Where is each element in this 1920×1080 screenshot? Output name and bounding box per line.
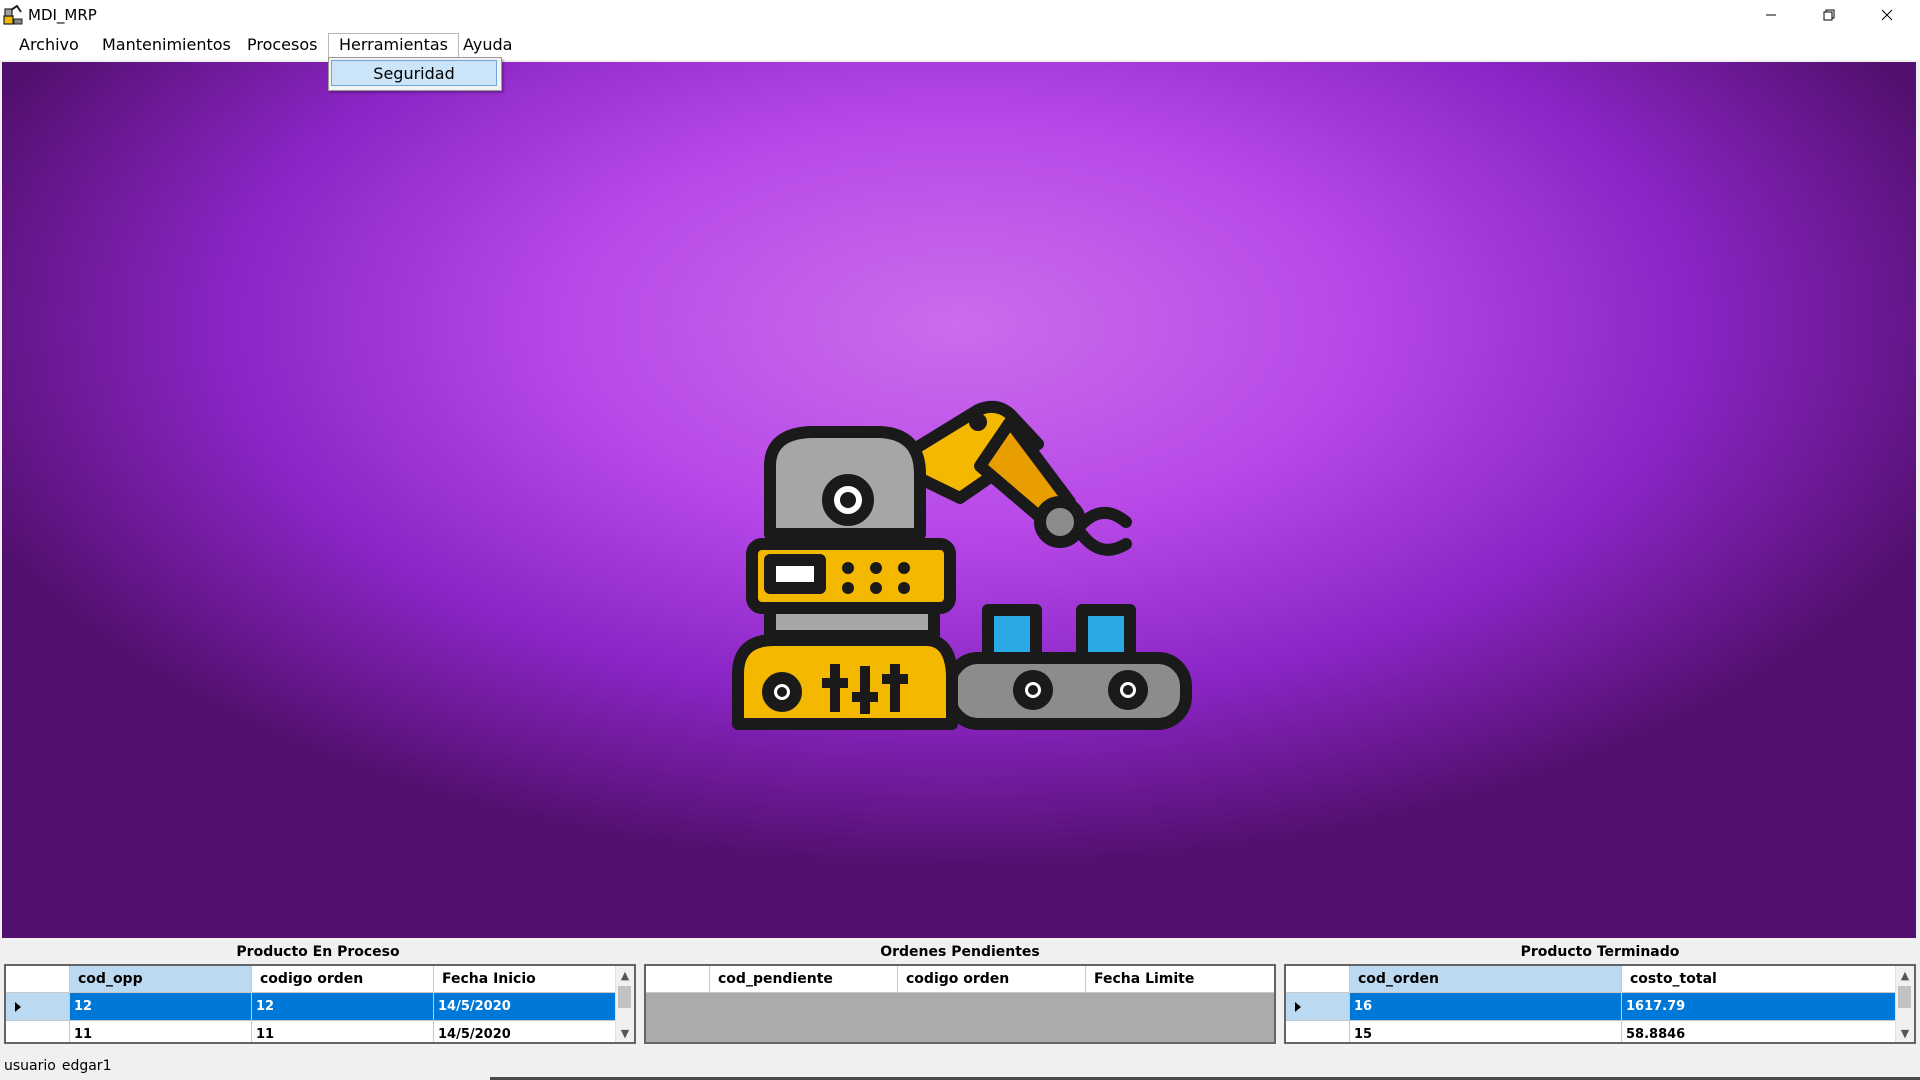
column-header[interactable]: costo_total — [1622, 966, 1898, 992]
menu-seguridad[interactable]: Seguridad — [331, 60, 497, 86]
table-row[interactable]: 15 58.8846 — [1286, 1021, 1898, 1042]
row-header-corner — [646, 966, 710, 992]
column-header[interactable]: cod_orden — [1350, 966, 1622, 992]
scroll-up-icon[interactable]: ▲ — [616, 966, 634, 984]
row-header[interactable] — [6, 1021, 70, 1042]
table-cell[interactable]: 16 — [1350, 993, 1622, 1021]
row-header[interactable] — [6, 993, 70, 1021]
bottom-panel: Producto En Proceso cod_opp codigo orden… — [0, 938, 1920, 1080]
column-header[interactable]: Fecha Limite — [1086, 966, 1274, 992]
grid-title-pendientes: Ordenes Pendientes — [880, 944, 1040, 960]
grid-producto-terminado[interactable]: cod_orden costo_total 16 1617.79 15 58.8… — [1284, 964, 1916, 1044]
window-title: MDI_MRP — [28, 6, 97, 24]
column-header[interactable]: Fecha Inicio — [434, 966, 618, 992]
table-row[interactable]: 11 11 14/5/2020 — [6, 1021, 618, 1042]
table-row[interactable]: 12 12 14/5/2020 — [6, 993, 618, 1021]
row-header[interactable] — [1286, 1021, 1350, 1042]
restore-button[interactable] — [1800, 0, 1858, 30]
current-row-arrow-icon — [1295, 1002, 1301, 1012]
grid-ordenes-pendientes[interactable]: cod_pendiente codigo orden Fecha Limite — [644, 964, 1276, 1044]
scroll-down-icon[interactable]: ▼ — [616, 1024, 634, 1042]
table-row[interactable]: 16 1617.79 — [1286, 993, 1898, 1021]
close-button[interactable] — [1858, 0, 1916, 30]
column-header[interactable]: cod_pendiente — [710, 966, 898, 992]
status-user-value: edgar1 — [61, 1058, 112, 1074]
current-row-arrow-icon — [15, 1002, 21, 1012]
status-user-label: usuario — [4, 1058, 56, 1074]
grid-title-proceso: Producto En Proceso — [236, 944, 400, 960]
table-cell[interactable]: 14/5/2020 — [434, 993, 618, 1021]
table-cell[interactable]: 14/5/2020 — [434, 1021, 618, 1042]
menu-herramientas[interactable]: Herramientas — [328, 33, 459, 57]
app-robot-icon — [3, 4, 23, 25]
scroll-thumb[interactable] — [1898, 986, 1911, 1008]
minimize-button[interactable] — [1742, 0, 1800, 30]
scroll-thumb[interactable] — [618, 986, 631, 1008]
restore-icon — [1823, 9, 1835, 21]
table-cell[interactable]: 12 — [70, 993, 252, 1021]
grid-title-terminado: Producto Terminado — [1520, 944, 1680, 960]
robot-arm-illustration — [732, 400, 1192, 730]
close-icon — [1881, 9, 1893, 21]
row-header[interactable] — [1286, 993, 1350, 1021]
scroll-down-icon[interactable]: ▼ — [1896, 1024, 1914, 1042]
menu-ayuda[interactable]: Ayuda — [453, 33, 522, 57]
grid-empty-area — [646, 993, 1274, 1042]
column-header[interactable]: cod_opp — [70, 966, 252, 992]
table-cell[interactable]: 1617.79 — [1622, 993, 1898, 1021]
table-cell[interactable]: 15 — [1350, 1021, 1622, 1042]
table-cell[interactable]: 11 — [252, 1021, 434, 1042]
column-header[interactable]: codigo orden — [898, 966, 1086, 992]
menu-archivo[interactable]: Archivo — [9, 33, 89, 57]
table-cell[interactable]: 11 — [70, 1021, 252, 1042]
scroll-up-icon[interactable]: ▲ — [1896, 966, 1914, 984]
menu-procesos[interactable]: Procesos — [237, 33, 327, 57]
table-cell[interactable]: 12 — [252, 993, 434, 1021]
status-bar: usuario edgar1 — [4, 1058, 117, 1074]
mdi-client-area — [2, 62, 1916, 938]
row-header-corner — [6, 966, 70, 992]
table-cell[interactable]: 58.8846 — [1622, 1021, 1898, 1042]
minimize-icon — [1766, 14, 1776, 16]
vertical-scrollbar[interactable]: ▲ ▼ — [1895, 966, 1914, 1042]
title-bar: MDI_MRP — [0, 0, 1920, 30]
menu-bar: Archivo Mantenimientos Procesos Herramie… — [0, 30, 1920, 60]
menu-mantenimientos[interactable]: Mantenimientos — [92, 33, 241, 57]
vertical-scrollbar[interactable]: ▲ ▼ — [615, 966, 634, 1042]
herramientas-dropdown: Seguridad — [328, 57, 502, 91]
row-header-corner — [1286, 966, 1350, 992]
grid-producto-en-proceso[interactable]: cod_opp codigo orden Fecha Inicio 12 12 … — [4, 964, 636, 1044]
column-header[interactable]: codigo orden — [252, 966, 434, 992]
